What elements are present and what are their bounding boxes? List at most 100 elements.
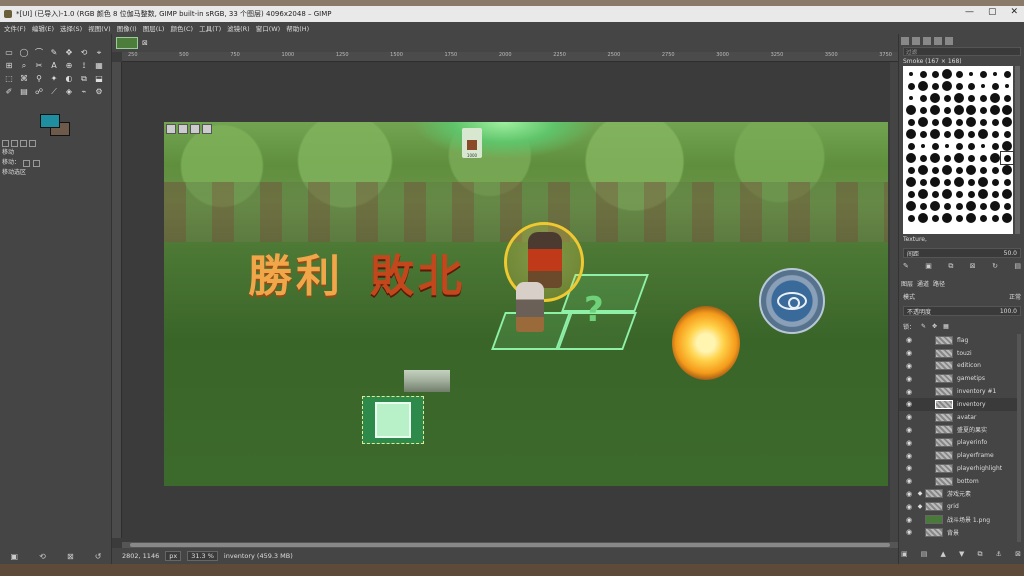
menu-filters[interactable]: 滤镜(R) bbox=[227, 23, 250, 33]
brush-icon[interactable] bbox=[929, 104, 941, 116]
brush-icon[interactable] bbox=[965, 188, 977, 200]
menu-layer[interactable]: 图层(L) bbox=[143, 23, 165, 33]
brush-grid[interactable] bbox=[903, 66, 1014, 234]
brush-icon[interactable] bbox=[977, 212, 989, 224]
expand-group-icon[interactable]: ◆ bbox=[915, 503, 925, 510]
brush-icon[interactable] bbox=[917, 68, 929, 80]
maximize-button[interactable]: ▢ bbox=[988, 7, 997, 17]
brush-icon[interactable] bbox=[941, 68, 953, 80]
brush-icon[interactable] bbox=[905, 200, 917, 212]
canvas-area[interactable]: 1000 勝利 敗北 ? bbox=[122, 62, 898, 542]
scissors-tool-icon[interactable]: ✂ bbox=[32, 59, 46, 72]
visibility-eye-icon[interactable]: ◉ bbox=[903, 503, 915, 511]
brush-icon[interactable] bbox=[905, 164, 917, 176]
brush-icon[interactable] bbox=[929, 152, 941, 164]
visibility-eye-icon[interactable]: ◉ bbox=[903, 362, 915, 370]
brush-icon[interactable] bbox=[917, 164, 929, 176]
menu-help[interactable]: 帮助(H) bbox=[286, 23, 309, 33]
layer-group-row[interactable]: ◉ ◆ 游戏元素 bbox=[899, 488, 1021, 501]
brush-icon[interactable] bbox=[989, 188, 1001, 200]
layer-opacity-slider[interactable]: 不透明度 100.0 bbox=[903, 306, 1021, 316]
brush-icon[interactable] bbox=[989, 128, 1001, 140]
brush-icon[interactable] bbox=[977, 140, 989, 152]
brush-icon[interactable] bbox=[917, 104, 929, 116]
duplicate-brush-icon[interactable]: ⧉ bbox=[948, 262, 953, 272]
layer-row[interactable]: ◉ playerinfo bbox=[899, 436, 1021, 449]
layer-row[interactable]: ◉ avatar bbox=[899, 411, 1021, 424]
visibility-eye-icon[interactable]: ◉ bbox=[903, 528, 915, 536]
brush-icon[interactable] bbox=[953, 92, 965, 104]
brush-icon[interactable] bbox=[1001, 176, 1013, 188]
brush-icon[interactable] bbox=[1001, 140, 1013, 152]
gradient-tool-icon[interactable]: ▦ bbox=[92, 59, 106, 72]
brush-icon[interactable] bbox=[941, 128, 953, 140]
layer-row[interactable]: ◉ 盛夏的果实 bbox=[899, 424, 1021, 437]
brush-icon[interactable] bbox=[929, 200, 941, 212]
images-tab-icon[interactable] bbox=[29, 139, 36, 147]
save-options-icon[interactable]: ▣ bbox=[11, 552, 19, 561]
layer-row[interactable]: ◉ inventory #1 bbox=[899, 385, 1021, 398]
brush-icon[interactable] bbox=[989, 104, 1001, 116]
brush-icon[interactable] bbox=[929, 164, 941, 176]
brush-icon[interactable] bbox=[929, 92, 941, 104]
visibility-eye-icon[interactable]: ◉ bbox=[903, 439, 915, 447]
duplicate-layer-icon[interactable]: ⧉ bbox=[978, 550, 983, 560]
ellipse-select-tool-icon[interactable]: ◯ bbox=[17, 46, 31, 59]
brush-icon[interactable] bbox=[965, 92, 977, 104]
transform-tool-icon[interactable]: ⚙ bbox=[92, 85, 106, 98]
brush-icon[interactable] bbox=[989, 116, 1001, 128]
warp-tool-icon[interactable]: ⌁ bbox=[77, 85, 91, 98]
brush-icon[interactable] bbox=[905, 176, 917, 188]
visibility-eye-icon[interactable]: ◉ bbox=[903, 388, 915, 396]
fuzzy-select-tool-icon[interactable]: ⬚ bbox=[2, 72, 16, 85]
text-tool-icon[interactable]: A bbox=[47, 59, 61, 72]
brush-icon[interactable] bbox=[977, 104, 989, 116]
gradients-tab-icon[interactable] bbox=[934, 37, 942, 45]
brush-icon[interactable] bbox=[953, 200, 965, 212]
brush-icon[interactable] bbox=[929, 80, 941, 92]
brush-scrollbar[interactable] bbox=[1015, 66, 1020, 234]
brush-icon[interactable] bbox=[905, 80, 917, 92]
brush-icon[interactable] bbox=[977, 80, 989, 92]
visibility-eye-icon[interactable]: ◉ bbox=[903, 477, 915, 485]
unit-select[interactable]: px bbox=[165, 551, 182, 561]
layer-row[interactable]: ◉ 背景 bbox=[899, 526, 1021, 539]
clone-tool-icon[interactable]: ⧉ bbox=[77, 72, 91, 85]
brush-icon[interactable] bbox=[977, 164, 989, 176]
reset-options-icon[interactable]: ↺ bbox=[95, 552, 102, 561]
new-group-icon[interactable]: ▤ bbox=[921, 550, 928, 560]
vertical-scrollbar[interactable] bbox=[890, 62, 898, 542]
brush-icon[interactable] bbox=[905, 104, 917, 116]
brush-icon[interactable] bbox=[941, 116, 953, 128]
refresh-brushes-icon[interactable]: ↻ bbox=[992, 262, 998, 272]
visibility-eye-icon[interactable]: ◉ bbox=[903, 375, 915, 383]
brush-icon[interactable] bbox=[929, 176, 941, 188]
brush-icon[interactable] bbox=[1001, 200, 1013, 212]
brush-icon[interactable] bbox=[965, 176, 977, 188]
brush-icon[interactable] bbox=[953, 68, 965, 80]
brush-icon[interactable] bbox=[977, 68, 989, 80]
visibility-eye-icon[interactable]: ◉ bbox=[903, 452, 915, 460]
brush-icon[interactable] bbox=[965, 200, 977, 212]
brush-icon[interactable] bbox=[941, 200, 953, 212]
menu-windows[interactable]: 窗口(W) bbox=[256, 23, 281, 33]
brush-icon[interactable] bbox=[929, 212, 941, 224]
brush-icon[interactable] bbox=[905, 152, 917, 164]
brush-icon[interactable] bbox=[905, 140, 917, 152]
layer-row[interactable]: ◉ bottom bbox=[899, 475, 1021, 488]
layer-row[interactable]: ◉ 战斗场景 1.png bbox=[899, 513, 1021, 526]
menu-view[interactable]: 视图(V) bbox=[88, 23, 111, 33]
brush-icon[interactable] bbox=[941, 188, 953, 200]
brush-icon[interactable] bbox=[989, 140, 1001, 152]
undo-history-tab-icon[interactable] bbox=[20, 139, 27, 147]
brush-icon[interactable] bbox=[1001, 80, 1013, 92]
brush-filter-input[interactable]: 过滤 bbox=[903, 47, 1021, 56]
brush-icon[interactable] bbox=[941, 164, 953, 176]
brush-icon[interactable] bbox=[1001, 92, 1013, 104]
visibility-eye-icon[interactable]: ◉ bbox=[903, 336, 915, 344]
brush-icon[interactable] bbox=[929, 68, 941, 80]
brush-icon[interactable] bbox=[989, 68, 1001, 80]
brush-icon[interactable] bbox=[1001, 104, 1013, 116]
brush-icon[interactable] bbox=[965, 68, 977, 80]
horizontal-scroll-thumb[interactable] bbox=[130, 543, 890, 547]
